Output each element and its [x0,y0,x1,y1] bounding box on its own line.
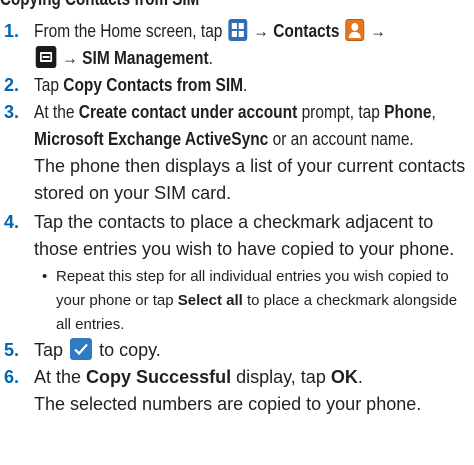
step-6: 6. At the Copy Successful display, tap O… [0,364,474,391]
step-number: 1. [4,21,20,41]
apps-icon [228,19,248,41]
step-number: 6. [4,367,20,387]
step-4: 4. Tap the contacts to place a checkmark… [0,209,474,263]
step-3-note: The phone then displays a list of your c… [34,156,466,203]
step-number: 4. [4,212,20,232]
step-2: 2. Tap Copy Contacts from SIM. [0,72,474,99]
step-5: 5. Tap to copy. [0,337,474,364]
menu-icon [35,46,57,68]
section-heading: Copying Contacts from SIM [0,0,199,11]
step-4-bullet: • Repeat this step for all individual en… [0,265,474,337]
checkmark-icon [70,338,93,360]
instructions: 1. From the Home screen, tap → Contacts … [0,18,474,420]
step-1: 1. From the Home screen, tap → Contacts … [0,18,474,72]
step-number: 3. [4,102,20,122]
step-6-note: The selected numbers are copied to your … [34,394,422,414]
step-3: 3. At the Create contact under account p… [0,99,474,153]
contacts-icon [345,19,365,41]
step-number: 2. [4,75,20,95]
step-number: 5. [4,340,20,360]
bullet-icon: • [42,268,48,285]
